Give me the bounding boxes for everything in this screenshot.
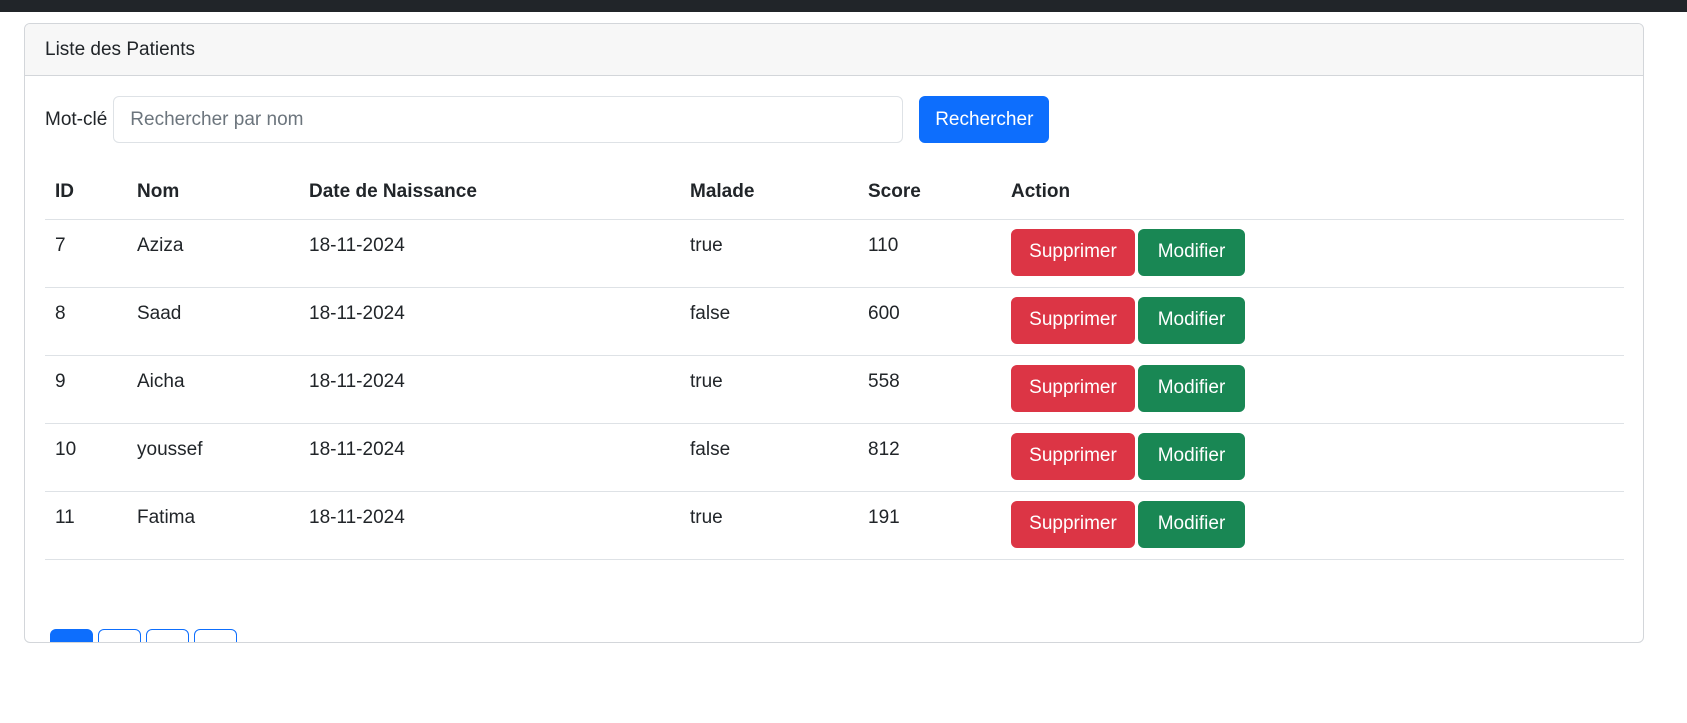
- table-header-row: ID Nom Date de Naissance Malade Score Ac…: [45, 166, 1624, 220]
- header-action: Action: [1001, 166, 1624, 220]
- cell-id: 10: [45, 423, 127, 492]
- cell-malade: false: [680, 287, 858, 356]
- table-row: 8 Saad 18-11-2024 false 600 Supprimer Mod…: [45, 287, 1624, 356]
- cell-score: 110: [858, 219, 1001, 288]
- cell-score: 558: [858, 355, 1001, 424]
- card-title: Liste des Patients: [45, 38, 195, 60]
- patients-card: Liste des Patients Mot-clé Rechercher ID…: [24, 23, 1644, 643]
- top-navbar: [0, 0, 1687, 12]
- cell-score: 191: [858, 491, 1001, 560]
- table-row: 7 Aziza 18-11-2024 true 110 Supprimer Mod…: [45, 219, 1624, 288]
- cell-id: 11: [45, 491, 127, 560]
- cell-nom: Fatima: [127, 491, 299, 560]
- table-row: 9 Aicha 18-11-2024 true 558 Supprimer Mod…: [45, 355, 1624, 424]
- page-button-2[interactable]: 2: [98, 629, 141, 642]
- delete-button[interactable]: Supprimer: [1011, 364, 1135, 412]
- cell-action: Supprimer Modifier: [1001, 219, 1624, 288]
- cell-date: 18-11-2024: [299, 491, 680, 560]
- search-label: Mot-clé: [45, 108, 108, 130]
- card-header: Liste des Patients: [25, 24, 1643, 76]
- edit-button[interactable]: Modifier: [1138, 500, 1245, 548]
- cell-malade: true: [680, 355, 858, 424]
- cell-malade: false: [680, 423, 858, 492]
- cell-nom: Aicha: [127, 355, 299, 424]
- header-score: Score: [858, 166, 1001, 220]
- cell-id: 7: [45, 219, 127, 288]
- search-input[interactable]: [113, 96, 904, 143]
- edit-button[interactable]: Modifier: [1138, 296, 1245, 344]
- cell-action: Supprimer Modifier: [1001, 423, 1624, 492]
- cell-malade: true: [680, 219, 858, 288]
- search-form: Mot-clé Rechercher: [45, 96, 1050, 143]
- delete-button[interactable]: Supprimer: [1011, 500, 1135, 548]
- cell-action: Supprimer Modifier: [1001, 491, 1624, 560]
- edit-button[interactable]: Modifier: [1138, 432, 1245, 480]
- cell-nom: Aziza: [127, 219, 299, 288]
- cell-date: 18-11-2024: [299, 287, 680, 356]
- edit-button[interactable]: Modifier: [1138, 364, 1245, 412]
- cell-malade: true: [680, 491, 858, 560]
- search-button[interactable]: Rechercher: [919, 96, 1050, 143]
- cell-nom: youssef: [127, 423, 299, 492]
- cell-score: 600: [858, 287, 1001, 356]
- header-id: ID: [45, 166, 127, 220]
- cell-nom: Saad: [127, 287, 299, 356]
- cell-id: 9: [45, 355, 127, 424]
- header-malade: Malade: [680, 166, 858, 220]
- table-row: 10 youssef 18-11-2024 false 812 Supprime…: [45, 423, 1624, 492]
- edit-button[interactable]: Modifier: [1138, 228, 1245, 276]
- cell-id: 8: [45, 287, 127, 356]
- header-nom: Nom: [127, 166, 299, 220]
- cell-action: Supprimer Modifier: [1001, 355, 1624, 424]
- cell-action: Supprimer Modifier: [1001, 287, 1624, 356]
- page-button-4[interactable]: 4: [194, 629, 237, 642]
- cell-date: 18-11-2024: [299, 219, 680, 288]
- cell-date: 18-11-2024: [299, 355, 680, 424]
- page-button-1[interactable]: 1: [50, 629, 93, 642]
- table-row: 11 Fatima 18-11-2024 true 191 Supprimer M…: [45, 491, 1624, 560]
- header-date: Date de Naissance: [299, 166, 680, 220]
- delete-button[interactable]: Supprimer: [1011, 296, 1135, 344]
- patients-table: ID Nom Date de Naissance Malade Score Ac…: [45, 166, 1624, 560]
- delete-button[interactable]: Supprimer: [1011, 432, 1135, 480]
- cell-date: 18-11-2024: [299, 423, 680, 492]
- delete-button[interactable]: Supprimer: [1011, 228, 1135, 276]
- pagination: 1 2 3 4: [50, 629, 237, 642]
- page-button-3[interactable]: 3: [146, 629, 189, 642]
- cell-score: 812: [858, 423, 1001, 492]
